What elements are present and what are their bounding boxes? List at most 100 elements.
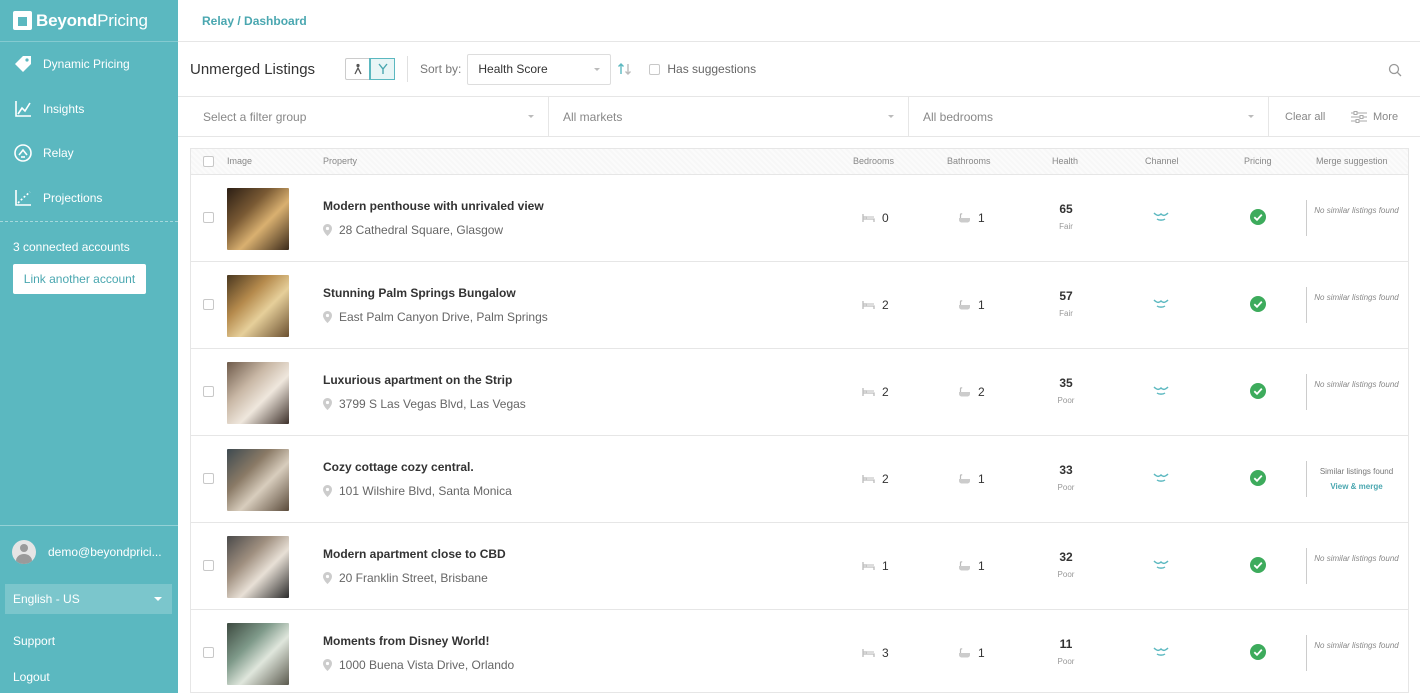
user-email: demo@beyondprici... (48, 544, 162, 559)
channel-icon[interactable] (1153, 645, 1169, 657)
channel-icon[interactable] (1153, 384, 1169, 396)
channel-icon[interactable] (1153, 297, 1169, 309)
support-link[interactable]: Support (13, 634, 55, 648)
check-circle-icon (1250, 470, 1266, 486)
row-checkbox[interactable] (203, 386, 214, 397)
check-circle-icon (1250, 383, 1266, 399)
row-checkbox[interactable] (203, 647, 214, 658)
property-name[interactable]: Moments from Disney World! (323, 634, 489, 648)
channel-icon[interactable] (1153, 558, 1169, 570)
bathrooms-cell: 1 (958, 559, 985, 573)
property-name[interactable]: Modern apartment close to CBD (323, 547, 506, 561)
channel-icon[interactable] (1153, 471, 1169, 483)
table-row[interactable]: Luxurious apartment on the Strip 3799 S … (191, 349, 1408, 436)
sidebar-item-projections[interactable]: Projections (0, 176, 178, 221)
sidebar-item-label: Relay (43, 146, 74, 161)
row-checkbox[interactable] (203, 299, 214, 310)
merge-view-button[interactable] (369, 58, 395, 80)
bathrooms-count: 1 (978, 559, 985, 573)
health-score-value: 32 (1059, 550, 1073, 564)
more-label: More (1373, 110, 1399, 123)
has-suggestions-checkbox[interactable]: Has suggestions (649, 62, 756, 76)
checkbox[interactable] (649, 63, 661, 75)
clear-all-button[interactable]: Clear all (1269, 111, 1351, 123)
single-view-button[interactable] (346, 59, 370, 79)
address-text: 3799 S Las Vegas Blvd, Las Vegas (339, 397, 526, 411)
health-score-value: 33 (1059, 463, 1073, 477)
sidebar-item-dynamic-pricing[interactable]: Dynamic Pricing (0, 42, 178, 87)
channel-icon[interactable] (1153, 210, 1169, 222)
bedrooms-count: 2 (882, 472, 889, 486)
health-score: 32 Poor (1046, 550, 1086, 579)
markets-select[interactable]: All markets (549, 96, 909, 137)
table-row[interactable]: Modern penthouse with unrivaled view 28 … (191, 175, 1408, 262)
table-row[interactable]: Cozy cottage cozy central. 101 Wilshire … (191, 436, 1408, 523)
column-bedrooms[interactable]: Bedrooms (853, 156, 894, 166)
property-name[interactable]: Luxurious apartment on the Strip (323, 373, 512, 387)
bedrooms-cell: 2 (862, 385, 889, 399)
location-pin-icon (323, 398, 332, 410)
column-bathrooms[interactable]: Bathrooms (947, 156, 991, 166)
merge-status: No similar listings found (1314, 206, 1399, 215)
table-row[interactable]: Stunning Palm Springs Bungalow East Palm… (191, 262, 1408, 349)
health-score-label: Fair (1059, 309, 1073, 318)
chart-line-icon (13, 99, 33, 119)
sidebar-nav: Dynamic Pricing Insights Relay Projectio… (0, 42, 178, 220)
sidebar-item-label: Insights (43, 101, 85, 116)
search-icon[interactable] (1388, 63, 1402, 77)
address-text: 101 Wilshire Blvd, Santa Monica (339, 484, 512, 498)
property-name[interactable]: Cozy cottage cozy central. (323, 460, 474, 474)
sidebar-item-label: Projections (43, 190, 103, 205)
bath-icon (959, 213, 970, 223)
property-name[interactable]: Modern penthouse with unrivaled view (323, 199, 544, 213)
sliders-icon (1351, 110, 1367, 123)
bedrooms-value: All bedrooms (923, 109, 994, 124)
filter-bar: Select a filter group All markets All be… (178, 96, 1420, 137)
row-checkbox[interactable] (203, 560, 214, 571)
health-score-label: Poor (1057, 570, 1075, 579)
sort-value: Health Score (478, 62, 548, 76)
connected-accounts-text: 3 connected accounts (13, 240, 130, 254)
column-health[interactable]: Health (1052, 156, 1078, 166)
breadcrumb[interactable]: Relay / Dashboard (178, 0, 1420, 42)
logo[interactable]: BeyondPricing (0, 0, 178, 42)
view-merge-link[interactable]: View & merge (1307, 481, 1406, 493)
sidebar-item-insights[interactable]: Insights (0, 87, 178, 132)
listings-table: Image Property Bedrooms Bathrooms Health… (190, 148, 1409, 693)
row-checkbox[interactable] (203, 473, 214, 484)
link-account-button[interactable]: Link another account (13, 264, 146, 294)
health-score-value: 11 (1059, 637, 1073, 651)
bathrooms-count: 1 (978, 298, 985, 312)
bathrooms-cell: 1 (958, 472, 985, 486)
user-menu[interactable]: demo@beyondprici... (0, 525, 178, 577)
person-icon (354, 63, 362, 75)
select-all-checkbox[interactable] (203, 156, 214, 167)
chevron-down-icon (154, 597, 162, 601)
bed-icon (862, 649, 875, 657)
health-score: 33 Poor (1046, 463, 1086, 492)
sort-select[interactable]: Health Score (467, 53, 612, 85)
table-row[interactable]: Moments from Disney World! 1000 Buena Vi… (191, 610, 1408, 693)
health-score-label: Poor (1057, 396, 1075, 405)
table-row[interactable]: Modern apartment close to CBD 20 Frankli… (191, 523, 1408, 610)
filter-group-select[interactable]: Select a filter group (178, 96, 549, 137)
bath-icon (959, 648, 970, 658)
column-channel: Channel (1145, 156, 1179, 166)
markets-value: All markets (563, 109, 623, 124)
location-pin-icon (323, 572, 332, 584)
tag-icon (13, 54, 33, 74)
row-checkbox[interactable] (203, 212, 214, 223)
property-image (227, 536, 289, 598)
health-score-label: Poor (1057, 657, 1075, 666)
more-filters-button[interactable]: More (1351, 110, 1399, 123)
bath-icon (959, 561, 970, 571)
table-body: Modern penthouse with unrivaled view 28 … (191, 175, 1408, 693)
sort-direction-icon[interactable] (617, 61, 633, 77)
check-circle-icon (1250, 644, 1266, 660)
logout-link[interactable]: Logout (13, 670, 50, 684)
property-name[interactable]: Stunning Palm Springs Bungalow (323, 286, 516, 300)
language-select[interactable]: English - US (5, 584, 172, 614)
sidebar-item-relay[interactable]: Relay (0, 131, 178, 176)
bedrooms-select[interactable]: All bedrooms (909, 96, 1269, 137)
address-text: 20 Franklin Street, Brisbane (339, 571, 488, 585)
